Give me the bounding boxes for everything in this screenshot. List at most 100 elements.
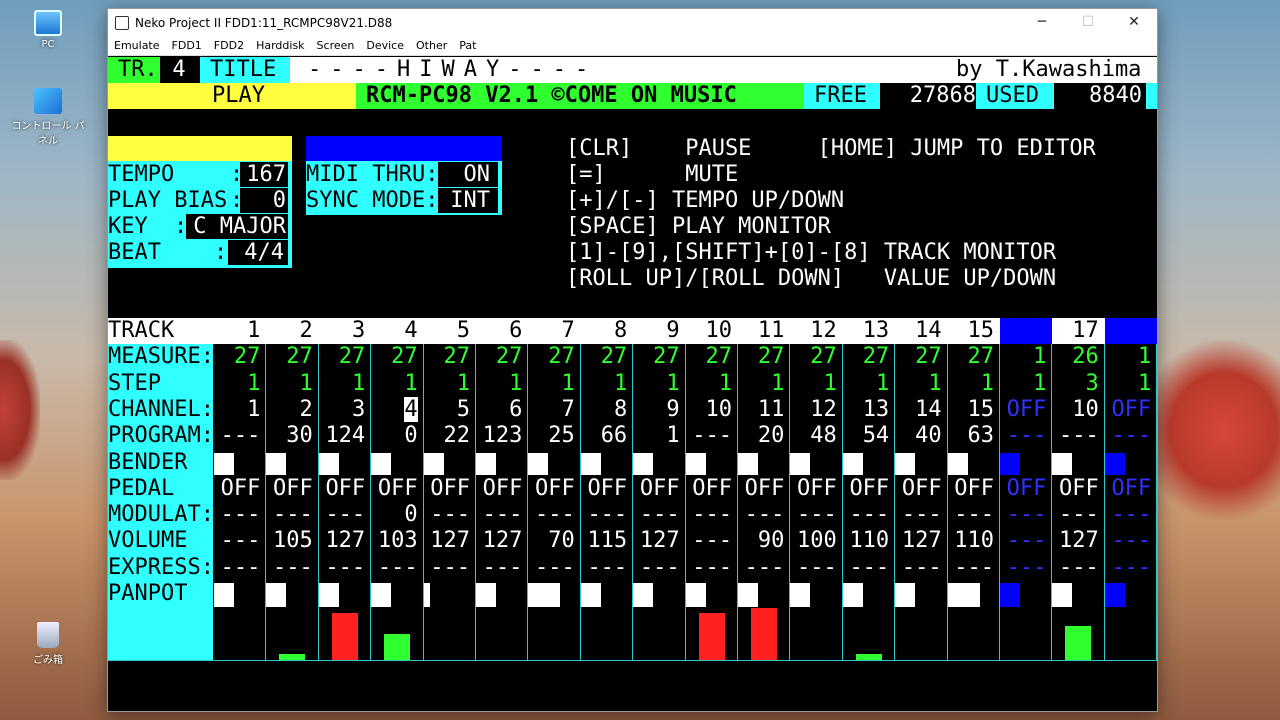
menu-fdd1[interactable]: FDD1 <box>166 39 208 52</box>
modulat-cell[interactable]: --- <box>948 502 994 528</box>
measure-cell[interactable]: 27 <box>266 344 313 370</box>
channel-cell[interactable]: 9 <box>633 397 679 423</box>
track-number-2[interactable]: 2 <box>266 318 313 344</box>
track-number-17[interactable]: 17 <box>1052 318 1099 344</box>
step-cell[interactable]: 1 <box>266 371 313 397</box>
volume-cell[interactable]: 110 <box>843 528 889 554</box>
express-cell[interactable]: --- <box>214 555 261 581</box>
measure-cell[interactable]: 27 <box>895 344 942 370</box>
modulat-cell[interactable]: 0 <box>371 502 417 528</box>
program-cell[interactable]: 22 <box>424 423 470 449</box>
volume-cell[interactable]: 100 <box>790 528 837 554</box>
syncmode-value[interactable]: INT <box>438 188 490 214</box>
express-cell[interactable]: --- <box>266 555 313 581</box>
track-number-1[interactable]: 1 <box>214 318 260 344</box>
measure-cell[interactable]: 27 <box>371 344 418 370</box>
channel-cell[interactable]: 13 <box>843 397 890 423</box>
express-cell[interactable]: --- <box>738 555 785 581</box>
modulat-cell[interactable]: --- <box>895 502 942 528</box>
pedal-cell[interactable]: OFF <box>476 476 523 502</box>
desktop-icon-control-panel[interactable]: コントロール パネル <box>8 88 88 147</box>
pedal-cell[interactable]: OFF <box>948 476 994 502</box>
modulat-cell[interactable]: --- <box>476 502 523 528</box>
track-number-11[interactable]: 11 <box>738 318 785 344</box>
channel-cell[interactable]: OFF <box>1105 397 1151 423</box>
track-number-9[interactable]: 9 <box>633 318 679 344</box>
channel-cell[interactable]: OFF <box>1000 397 1047 423</box>
menu-device[interactable]: Device <box>360 39 410 52</box>
volume-cell[interactable]: 127 <box>1052 528 1099 554</box>
channel-cell[interactable]: 10 <box>1052 397 1099 423</box>
pedal-cell[interactable]: OFF <box>1000 476 1047 502</box>
pedal-cell[interactable]: OFF <box>895 476 942 502</box>
title-bar[interactable]: Neko Project II FDD1:11_RCMPC98V21.D88 ─… <box>108 9 1157 36</box>
volume-cell[interactable]: --- <box>214 528 261 554</box>
step-cell[interactable]: 1 <box>319 371 365 397</box>
modulat-cell[interactable]: --- <box>528 502 575 528</box>
track-number-16[interactable]: 16 <box>1000 318 1047 344</box>
program-cell[interactable]: 63 <box>948 423 994 449</box>
track-number-7[interactable]: 7 <box>528 318 575 344</box>
channel-cell[interactable]: 14 <box>895 397 942 423</box>
track-number-14[interactable]: 14 <box>895 318 942 344</box>
measure-cell[interactable]: 27 <box>948 344 994 370</box>
program-cell[interactable]: 1 <box>633 423 679 449</box>
channel-cell[interactable]: 10 <box>686 397 732 423</box>
volume-cell[interactable]: --- <box>1105 528 1151 554</box>
program-cell[interactable]: --- <box>214 423 261 449</box>
measure-cell[interactable]: 27 <box>528 344 575 370</box>
program-cell[interactable]: 48 <box>790 423 837 449</box>
program-cell[interactable]: 0 <box>371 423 417 449</box>
track-number-10[interactable]: 10 <box>686 318 732 344</box>
menu-fdd2[interactable]: FDD2 <box>208 39 250 52</box>
pedal-cell[interactable]: OFF <box>686 476 732 502</box>
pedal-cell[interactable]: OFF <box>581 476 627 502</box>
channel-cell[interactable]: 11 <box>738 397 785 423</box>
measure-cell[interactable]: 27 <box>319 344 366 370</box>
volume-cell[interactable]: 103 <box>371 528 418 554</box>
volume-cell[interactable]: 70 <box>528 528 575 554</box>
channel-cell[interactable]: 12 <box>790 397 837 423</box>
minimize-button[interactable]: ─ <box>1019 9 1065 36</box>
measure-cell[interactable]: 1 <box>1105 344 1151 370</box>
pedal-cell[interactable]: OFF <box>1105 476 1151 502</box>
program-cell[interactable]: --- <box>686 423 732 449</box>
express-cell[interactable]: --- <box>1105 555 1151 581</box>
menu-pat[interactable]: Pat <box>453 39 482 52</box>
express-cell[interactable]: --- <box>790 555 837 581</box>
emulator-screen[interactable]: TR. 4 TITLE ----HIWAY---- by T.Kawashima… <box>108 56 1157 711</box>
express-cell[interactable]: --- <box>686 555 732 581</box>
express-cell[interactable]: --- <box>1000 555 1047 581</box>
track-number-18[interactable]: 18 <box>1105 318 1152 344</box>
pedal-cell[interactable]: OFF <box>371 476 418 502</box>
modulat-cell[interactable]: --- <box>686 502 732 528</box>
channel-cell[interactable]: 4 <box>371 396 418 423</box>
program-cell[interactable]: 30 <box>266 423 313 449</box>
track-number-5[interactable]: 5 <box>424 318 470 344</box>
tempo-value[interactable]: 167 <box>240 162 286 188</box>
program-cell[interactable]: --- <box>1105 423 1151 449</box>
modulat-cell[interactable]: --- <box>1052 502 1099 528</box>
close-button[interactable]: ✕ <box>1111 9 1157 36</box>
measure-cell[interactable]: 27 <box>581 344 628 370</box>
step-cell[interactable]: 1 <box>948 371 994 397</box>
pedal-cell[interactable]: OFF <box>214 476 261 502</box>
desktop-icon-pc[interactable]: PC <box>8 10 88 50</box>
step-cell[interactable]: 1 <box>633 371 679 397</box>
modulat-cell[interactable]: --- <box>633 502 680 528</box>
desktop-icon-recycle-bin[interactable]: ごみ箱 <box>8 622 88 666</box>
measure-cell[interactable]: 27 <box>424 344 470 370</box>
volume-cell[interactable]: 127 <box>476 528 523 554</box>
track-number-12[interactable]: 12 <box>790 318 837 344</box>
midithru-value[interactable]: ON <box>438 162 491 188</box>
modulat-cell[interactable]: --- <box>266 502 313 528</box>
modulat-cell[interactable]: --- <box>790 502 837 528</box>
modulat-cell[interactable]: --- <box>1105 502 1151 528</box>
modulat-cell[interactable]: --- <box>843 502 889 528</box>
channel-cell[interactable]: 15 <box>948 397 994 423</box>
step-cell[interactable]: 1 <box>371 371 417 397</box>
menu-emulate[interactable]: Emulate <box>108 39 166 52</box>
modulat-cell[interactable]: --- <box>581 502 627 528</box>
step-cell[interactable]: 1 <box>790 371 837 397</box>
modulat-cell[interactable]: --- <box>1000 502 1047 528</box>
